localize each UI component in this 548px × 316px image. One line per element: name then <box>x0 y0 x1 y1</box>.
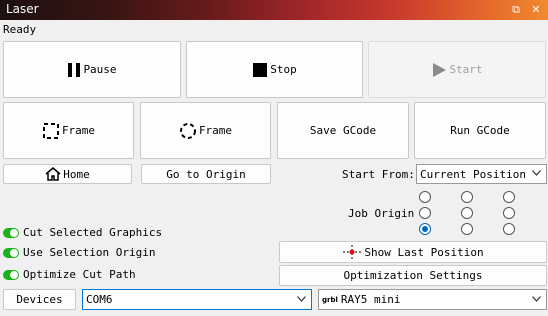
start-from-label: Start From: <box>342 168 415 181</box>
pause-button[interactable]: Pause <box>3 41 181 98</box>
use-selection-origin-toggle[interactable] <box>3 248 19 258</box>
devices-label: Devices <box>16 293 63 306</box>
start-label: Start <box>449 63 483 76</box>
start-from-value: Current Position <box>420 167 526 181</box>
optimization-settings-label: Optimization Settings <box>343 269 483 282</box>
devices-button[interactable]: Devices <box>3 289 76 310</box>
port-select[interactable]: COM6 <box>82 289 312 310</box>
job-origin-radio-top-right[interactable] <box>503 191 515 203</box>
stop-icon <box>253 62 268 77</box>
chevron-down-icon <box>297 295 306 302</box>
stop-label: Stop <box>270 63 297 76</box>
job-origin-radio-middle-right[interactable] <box>503 207 515 219</box>
stop-button[interactable]: Stop <box>186 41 363 98</box>
restore-icon[interactable]: ⧉ <box>508 2 524 18</box>
home-icon <box>45 167 61 181</box>
cut-selected-graphics-toggle[interactable] <box>3 228 19 238</box>
run-gcode-button[interactable]: Run GCode <box>414 102 546 159</box>
job-origin-label: Job Origin <box>348 207 415 220</box>
window-title: Laser <box>6 2 39 16</box>
start-button[interactable]: Start <box>368 41 546 98</box>
optimization-settings-button[interactable]: Optimization Settings <box>279 265 547 286</box>
frame-circle-button[interactable]: Frame <box>140 102 271 159</box>
crosshair-icon <box>343 245 362 259</box>
job-origin-radio-bottom-left[interactable] <box>419 223 431 235</box>
frame-rectangle-label: Frame <box>61 124 96 137</box>
job-origin-radio-bottom-center[interactable] <box>461 223 473 235</box>
optimize-cut-path-label: Optimize Cut Path <box>23 268 136 281</box>
run-gcode-label: Run GCode <box>450 124 510 137</box>
go-to-origin-label: Go to Origin <box>166 167 246 181</box>
home-button[interactable]: Home <box>3 164 132 184</box>
job-origin-radio-bottom-right[interactable] <box>503 223 515 235</box>
status-text: Ready <box>3 23 37 36</box>
save-gcode-button[interactable]: Save GCode <box>277 102 409 159</box>
use-selection-origin-label: Use Selection Origin <box>23 246 156 259</box>
device-select[interactable]: grbl RAY5 mini <box>318 289 547 310</box>
port-value: COM6 <box>86 293 113 306</box>
cut-selected-graphics-label: Cut Selected Graphics <box>23 226 163 239</box>
frame-circle-label: Frame <box>198 124 233 137</box>
job-origin-radio-top-left[interactable] <box>419 191 431 203</box>
chevron-down-icon <box>532 170 541 176</box>
title-bar: Laser ⧉ ✕ <box>0 0 548 20</box>
save-gcode-label: Save GCode <box>309 124 377 137</box>
pause-label: Pause <box>83 63 117 76</box>
start-from-select[interactable]: Current Position <box>416 164 547 184</box>
play-icon <box>433 62 447 77</box>
optimize-cut-path-toggle[interactable] <box>3 270 19 280</box>
pause-icon <box>68 62 81 77</box>
job-origin-radio-top-center[interactable] <box>461 191 473 203</box>
job-origin-radio-middle-left[interactable] <box>419 207 431 219</box>
show-last-position-label: Show Last Position <box>364 245 484 259</box>
frame-circle-icon <box>179 122 196 139</box>
home-label: Home <box>63 167 90 181</box>
frame-rectangle-icon <box>42 122 59 139</box>
close-icon[interactable]: ✕ <box>528 2 544 18</box>
job-origin-radio-middle-center[interactable] <box>461 207 473 219</box>
frame-rectangle-button[interactable]: Frame <box>3 102 134 159</box>
grbl-logo-icon: grbl <box>322 295 338 304</box>
show-last-position-button[interactable]: Show Last Position <box>279 241 547 263</box>
device-value: RAY5 mini <box>340 293 401 306</box>
go-to-origin-button[interactable]: Go to Origin <box>141 164 271 184</box>
chevron-down-icon <box>532 295 541 302</box>
